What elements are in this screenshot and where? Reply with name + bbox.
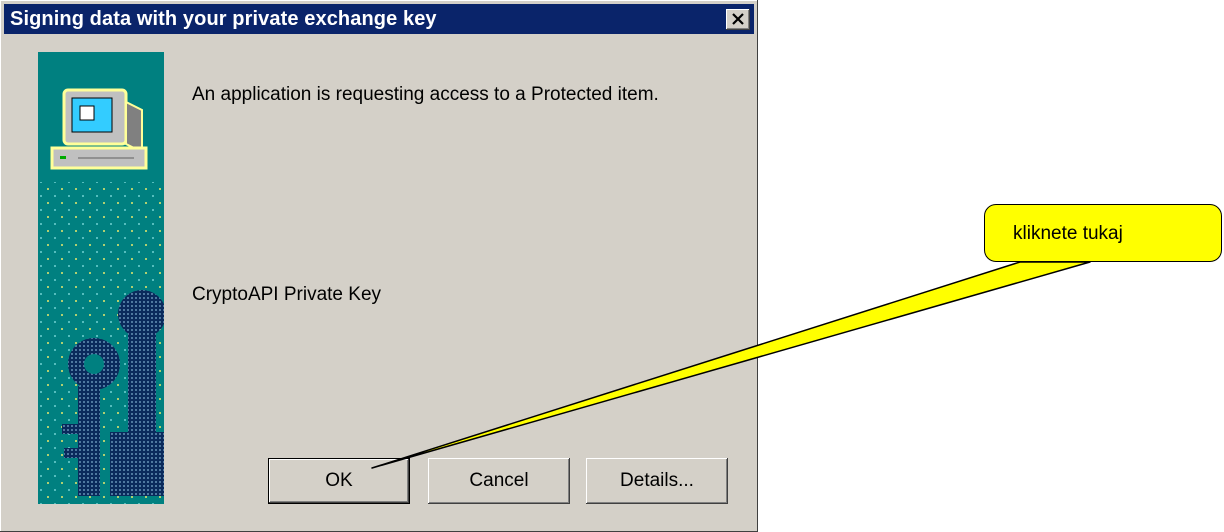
annotation-callout: kliknete tukaj	[984, 204, 1222, 262]
callout-pointer	[371, 261, 1091, 469]
callout-text: kliknete tukaj	[1013, 223, 1123, 244]
